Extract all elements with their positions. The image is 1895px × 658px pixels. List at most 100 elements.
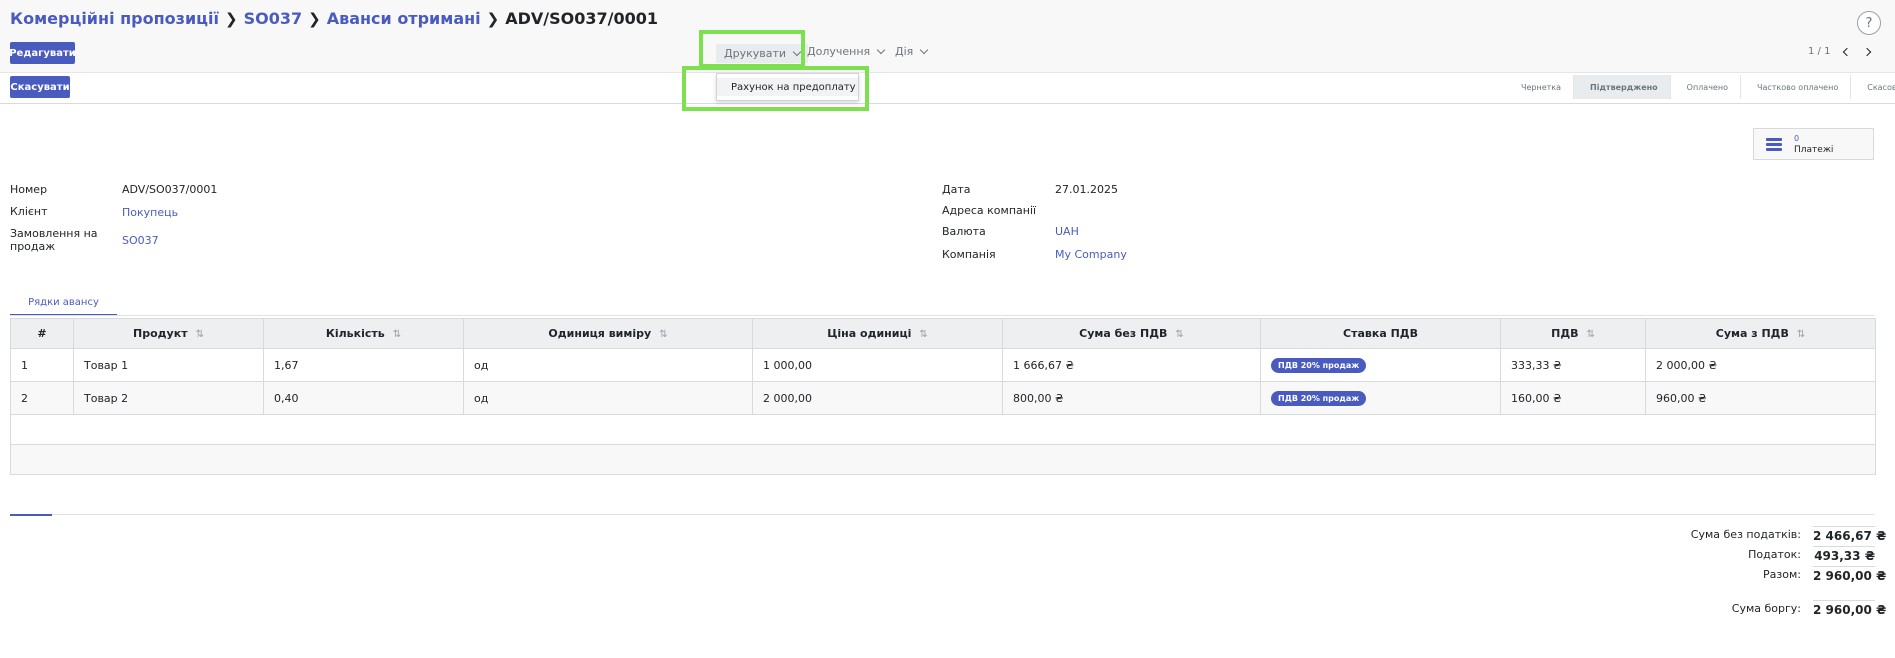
number-value: ADV/SO037/0001 bbox=[122, 183, 218, 196]
status-step-confirmed[interactable]: Підтверджено bbox=[1574, 75, 1671, 99]
untaxed-value: 2 466,67 ₴ bbox=[1813, 526, 1886, 543]
breadcrumb-item-advances[interactable]: Аванси отримані bbox=[327, 9, 481, 28]
company-link[interactable]: My Company bbox=[1055, 248, 1127, 261]
cell-total: 2 000,00 ₴ bbox=[1645, 348, 1876, 382]
sort-icon: ⇅ bbox=[195, 329, 204, 340]
payments-stat: 0 Платежі bbox=[1794, 133, 1833, 156]
payments-label: Платежі bbox=[1794, 144, 1834, 155]
pager: 1 / 1 bbox=[1808, 46, 1872, 57]
amount-due-label: Сума боргу: bbox=[1731, 602, 1801, 615]
payments-count: 0 bbox=[1794, 133, 1800, 143]
company-address-label: Адреса компанії bbox=[942, 204, 1037, 217]
cell-tax: 160,00 ₴ bbox=[1500, 381, 1646, 415]
cell-tax-rate: ПДВ 20% продаж bbox=[1260, 348, 1501, 382]
cell-subtotal: 1 666,67 ₴ bbox=[1002, 348, 1261, 382]
tax-label: Податок: bbox=[1748, 548, 1801, 561]
chevron-right-icon: ❯ bbox=[225, 9, 238, 28]
cell-product: Товар 2 bbox=[73, 381, 264, 415]
highlight-print-button bbox=[699, 30, 805, 68]
breadcrumb: Комерційні пропозиції ❯ SO037 ❯ Аванси о… bbox=[10, 9, 658, 28]
chevron-right-icon: ❯ bbox=[308, 9, 321, 28]
pager-value[interactable]: 1 / 1 bbox=[1808, 46, 1830, 57]
status-step-paid[interactable]: Оплачено bbox=[1671, 75, 1741, 99]
divider bbox=[10, 514, 1875, 515]
empty-cell bbox=[10, 414, 1876, 445]
cell-subtotal: 800,00 ₴ bbox=[1002, 381, 1261, 415]
cell-tax-rate: ПДВ 20% продаж bbox=[1260, 381, 1501, 415]
attachment-menu-label: Долучення bbox=[807, 45, 871, 58]
date-value: 27.01.2025 bbox=[1055, 183, 1118, 196]
breadcrumb-item-order[interactable]: SO037 bbox=[244, 9, 303, 28]
column-header-label: # bbox=[37, 327, 47, 340]
sale-order-link[interactable]: SO037 bbox=[122, 234, 159, 247]
total-label: Разом: bbox=[1763, 568, 1801, 581]
column-header-index: # bbox=[10, 318, 74, 349]
cell-uom: од bbox=[463, 348, 753, 382]
sort-icon: ⇅ bbox=[1796, 329, 1806, 340]
empty-row bbox=[10, 414, 1876, 445]
status-step-cancelled[interactable]: Скасовано bbox=[1851, 75, 1895, 99]
tab-accent bbox=[10, 514, 52, 516]
cell-quantity: 1,67 bbox=[263, 348, 464, 382]
column-header-unit-price[interactable]: Ціна одиниці ⇅ bbox=[752, 318, 1003, 349]
tab-divider bbox=[10, 315, 1875, 316]
breadcrumb-current: ADV/SO037/0001 bbox=[505, 9, 659, 28]
tab-advance-lines[interactable]: Рядки авансу bbox=[10, 290, 117, 316]
column-header-tax-rate: Ставка ПДВ bbox=[1260, 318, 1501, 349]
edit-button[interactable]: Редагувати bbox=[9, 42, 76, 64]
list-icon bbox=[1766, 136, 1782, 153]
cell-index: 1 bbox=[10, 348, 74, 382]
column-header-label: Сума з ПДВ bbox=[1715, 327, 1789, 340]
chevron-down-icon bbox=[876, 45, 886, 54]
table-row[interactable]: 1 Товар 1 1,67 од 1 000,00 1 666,67 ₴ ПД… bbox=[10, 348, 1876, 382]
table-row[interactable]: 2 Товар 2 0,40 од 2 000,00 800,00 ₴ ПДВ … bbox=[10, 381, 1876, 415]
empty-cell bbox=[10, 444, 1876, 475]
status-step-partially-paid[interactable]: Частково оплачено bbox=[1741, 75, 1852, 99]
column-header-quantity[interactable]: Кількість ⇅ bbox=[263, 318, 464, 349]
totals-untaxed: Сума без податків: 2 466,67 ₴ bbox=[1633, 526, 1886, 543]
breadcrumb-item-quotations[interactable]: Комерційні пропозиції bbox=[10, 9, 219, 28]
sort-icon: ⇅ bbox=[392, 329, 402, 340]
chevron-right-icon[interactable] bbox=[1863, 47, 1872, 56]
cell-uom: од bbox=[463, 381, 753, 415]
cell-quantity: 0,40 bbox=[263, 381, 464, 415]
cancel-button[interactable]: Скасувати bbox=[10, 76, 70, 98]
column-header-product[interactable]: Продукт ⇅ bbox=[73, 318, 264, 349]
total-value: 2 960,00 ₴ bbox=[1813, 566, 1886, 583]
cell-unit-price: 1 000,00 bbox=[752, 348, 1003, 382]
column-header-subtotal[interactable]: Сума без ПДВ ⇅ bbox=[1002, 318, 1261, 349]
empty-row bbox=[10, 444, 1876, 475]
untaxed-label: Сума без податків: bbox=[1690, 528, 1801, 541]
tax-badge: ПДВ 20% продаж bbox=[1271, 390, 1367, 406]
statusbar: Чернетка Підтверджено Оплачено Частково … bbox=[1505, 75, 1895, 99]
totals-total: Разом: 2 960,00 ₴ bbox=[1633, 566, 1886, 583]
sale-order-label: Замовлення на продаж bbox=[10, 227, 98, 253]
client-link[interactable]: Покупець bbox=[122, 206, 178, 219]
column-header-label: Одиниця виміру bbox=[548, 327, 652, 340]
column-header-label: Сума без ПДВ bbox=[1079, 327, 1168, 340]
date-label: Дата bbox=[942, 183, 971, 196]
totals-tax: Податок: 493,33 ₴ bbox=[1633, 546, 1875, 563]
sort-icon: ⇅ bbox=[659, 329, 668, 340]
tax-badge: ПДВ 20% продаж bbox=[1271, 357, 1367, 373]
table-header-row: # Продукт ⇅ Кількість ⇅ Одиниця виміру ⇅ Ці… bbox=[10, 318, 1876, 349]
currency-link[interactable]: UAH bbox=[1055, 225, 1079, 238]
chevron-right-icon: ❯ bbox=[486, 9, 500, 28]
payments-smart-button[interactable]: 0 Платежі bbox=[1753, 128, 1874, 160]
column-header-label: Кількість bbox=[325, 327, 385, 340]
cell-index: 2 bbox=[10, 381, 74, 415]
cell-tax: 333,33 ₴ bbox=[1500, 348, 1646, 382]
column-header-label: ПДВ bbox=[1551, 327, 1579, 340]
attachment-menu-button[interactable]: Долучення bbox=[807, 45, 886, 58]
column-header-tax[interactable]: ПДВ ⇅ bbox=[1500, 318, 1646, 349]
chevron-left-icon[interactable] bbox=[1843, 47, 1852, 56]
column-header-uom[interactable]: Одиниця виміру ⇅ bbox=[463, 318, 753, 349]
column-header-total[interactable]: Сума з ПДВ ⇅ bbox=[1645, 318, 1876, 349]
action-menu-label: Дія bbox=[895, 45, 914, 58]
help-button[interactable]: ? bbox=[1857, 11, 1881, 35]
sort-icon: ⇅ bbox=[1175, 329, 1184, 340]
advance-lines-table: # Продукт ⇅ Кількість ⇅ Одиниця виміру ⇅ Ці… bbox=[10, 318, 1876, 475]
column-header-label: Продукт bbox=[133, 327, 188, 340]
action-menu-button[interactable]: Дія bbox=[895, 45, 929, 58]
status-step-draft[interactable]: Чернетка bbox=[1505, 75, 1575, 99]
